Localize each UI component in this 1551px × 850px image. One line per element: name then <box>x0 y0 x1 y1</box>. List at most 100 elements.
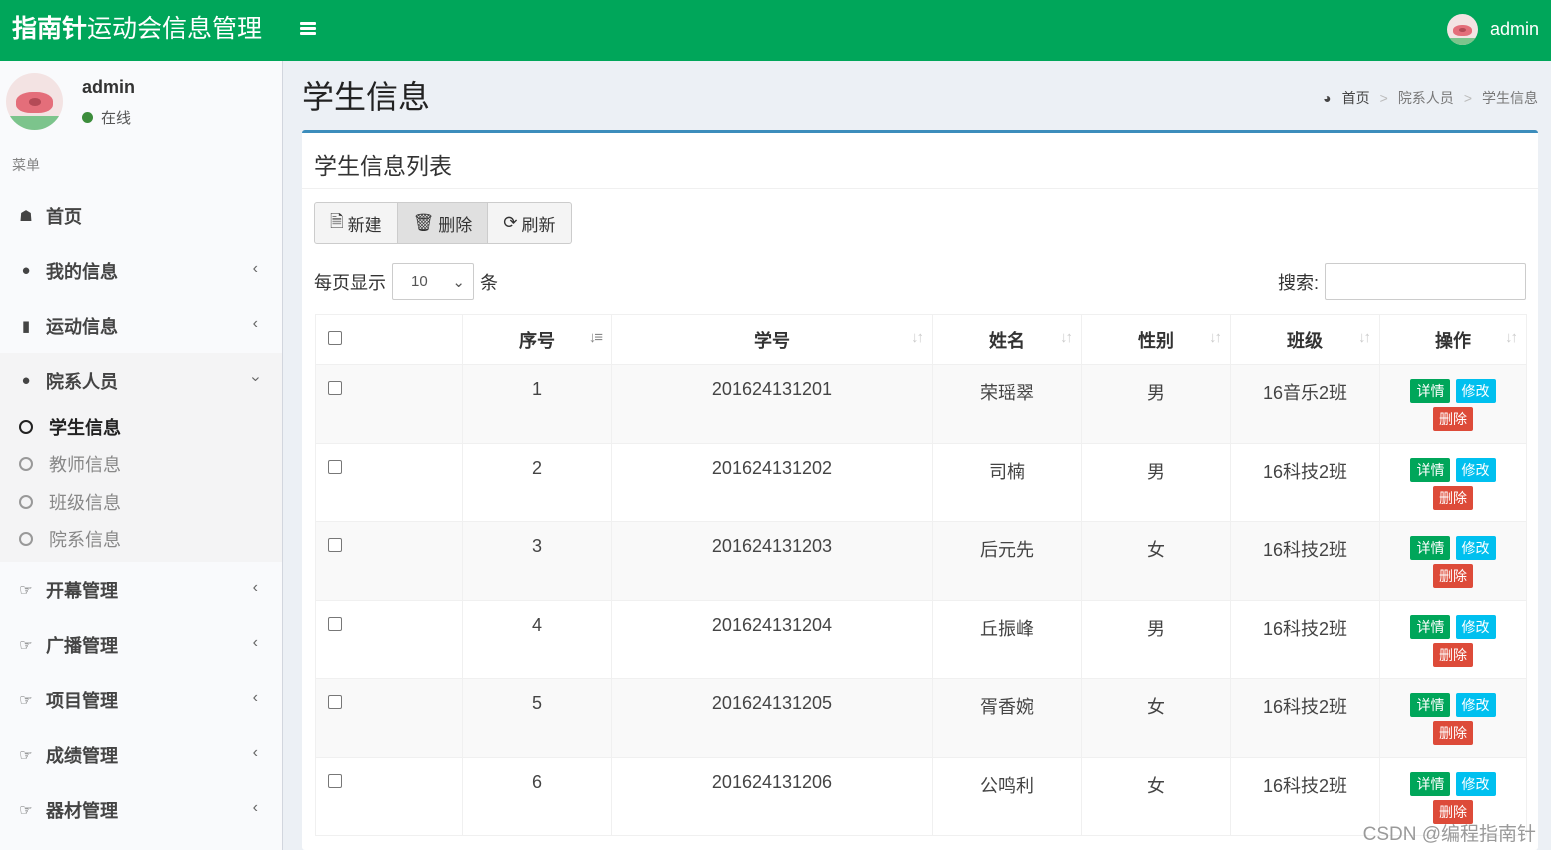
row-delete-button[interactable]: 删除 <box>1433 407 1473 431</box>
student-table: 序号 ↓≡ 学号 ↓↑ 姓名 ↓↑ 性别 ↓↑ 班级 ↓↑ 操作 ↓↑ 1 20162413… <box>315 314 1527 836</box>
row-delete-button[interactable]: 删除 <box>1433 642 1473 667</box>
sidebar-item-my-info[interactable]: ● 我的信息 ‹ <box>0 243 282 298</box>
sidebar-group-personnel: ● 院系人员 ‹ 学生信息 教师信息 班级信息 院系信息 <box>0 353 282 562</box>
chevron-left-icon: ‹ <box>252 799 258 816</box>
cell-class: 16科技2班 <box>1230 442 1380 522</box>
sidebar-item-scores[interactable]: ☞ 成绩管理 ‹ <box>0 727 282 782</box>
sidebar-item-home[interactable]: ☗ 首页 <box>0 188 282 243</box>
sidebar-item-opening[interactable]: ☞ 开幕管理 ‹ <box>0 562 282 617</box>
user-name: admin <box>1489 19 1539 39</box>
sidebar-subitem-classes[interactable]: 班级信息 <box>0 483 282 521</box>
sidebar-item-equipment[interactable]: ☞ 器材管理 ‹ <box>0 782 282 837</box>
detail-button[interactable]: 详情 <box>1410 771 1451 796</box>
sidebar-item-broadcast[interactable]: ☞ 广播管理 ‹ <box>0 617 282 672</box>
refresh-button[interactable]: ⟳ 刷新 <box>488 202 572 244</box>
row-delete-button[interactable]: 删除 <box>1433 564 1473 588</box>
row-delete-button[interactable]: 删除 <box>1433 721 1473 745</box>
cell-class: 16科技2班 <box>1230 678 1380 758</box>
hand-point-icon: ☞ <box>19 636 33 654</box>
circle-icon <box>19 457 33 472</box>
sidebar-item-personnel[interactable]: ● 院系人员 ‹ <box>0 353 282 408</box>
sidebar-subitem-departments[interactable]: 院系信息 <box>0 521 282 559</box>
chevron-down-icon: ⌄ <box>452 273 465 291</box>
toolbar: 🗎 新建 🗑 删除 ⟳ 刷新 <box>314 202 572 244</box>
sidebar-item-label: 器材管理 <box>46 800 118 821</box>
cell-class: 16音乐2班 <box>1230 364 1380 444</box>
edit-button[interactable]: 修改 <box>1455 771 1496 796</box>
page-length-select[interactable]: 10 ⌄ <box>392 263 474 300</box>
column-header-no[interactable]: 序号 ↓≡ <box>462 314 612 365</box>
sidebar-item-label: 广播管理 <box>46 635 118 656</box>
table-row: 2 201624131202 司楠 男 16科技2班 详情 修改 删除 <box>315 442 1527 522</box>
column-header-actions[interactable]: 操作 ↓↑ <box>1379 314 1527 365</box>
detail-button[interactable]: 详情 <box>1410 379 1451 403</box>
file-icon: 🗎 <box>330 211 344 231</box>
sidebar-toggle-icon[interactable] <box>300 20 316 36</box>
delete-label: 删除 <box>438 215 473 235</box>
edit-button[interactable]: 修改 <box>1455 693 1496 717</box>
column-header-label: 性别 <box>1138 330 1174 351</box>
cell-actions: 详情 修改 删除 <box>1379 521 1527 601</box>
detail-button[interactable]: 详情 <box>1410 457 1451 482</box>
home-icon: ☗ <box>19 207 33 225</box>
table-row: 5 201624131205 胥香婉 女 16科技2班 详情 修改 删除 <box>315 678 1527 758</box>
edit-button[interactable]: 修改 <box>1455 379 1496 403</box>
sidebar-item-sports-info[interactable]: ▮ 运动信息 ‹ <box>0 298 282 353</box>
detail-button[interactable]: 详情 <box>1410 693 1451 717</box>
edit-button[interactable]: 修改 <box>1455 614 1496 639</box>
table-row: 6 201624131206 公鸣利 女 16科技2班 详情 修改 删除 <box>315 756 1527 836</box>
column-header-gender[interactable]: 性别 ↓↑ <box>1081 314 1231 365</box>
sidebar-item-projects[interactable]: ☞ 项目管理 ‹ <box>0 672 282 727</box>
student-list-box: 学生信息列表 🗎 新建 🗑 删除 ⟳ 刷新 每页显示 10 ⌄ 条 搜索: 序号… <box>302 130 1538 850</box>
cell-actions: 详情 修改 删除 <box>1379 364 1527 444</box>
app-logo[interactable]: 指南针运动会信息管理 <box>12 13 262 45</box>
edit-button[interactable]: 修改 <box>1455 457 1496 482</box>
detail-button[interactable]: 详情 <box>1410 536 1451 560</box>
detail-button[interactable]: 详情 <box>1410 614 1451 639</box>
column-header-student-id[interactable]: 学号 ↓↑ <box>611 314 933 365</box>
row-delete-button[interactable]: 删除 <box>1433 485 1473 510</box>
sort-icon: ↓↑ <box>1209 329 1222 346</box>
cell-student-id: 201624131206 <box>611 756 933 836</box>
sidebar-user-name: admin <box>82 77 136 97</box>
breadcrumb-home[interactable]: 首页 <box>1342 88 1370 108</box>
sort-icon: ↓↑ <box>1060 329 1073 346</box>
user-menu[interactable]: admin <box>1446 14 1539 45</box>
chevron-left-icon: ‹ <box>252 634 258 651</box>
sidebar-subitem-teachers[interactable]: 教师信息 <box>0 446 282 484</box>
search-label: 搜索: <box>1277 272 1319 293</box>
row-checkbox[interactable] <box>328 773 342 788</box>
avatar <box>6 73 63 130</box>
cell-class: 16科技2班 <box>1230 521 1380 601</box>
refresh-icon: ⟳ <box>503 213 518 232</box>
cell-class: 16科技2班 <box>1230 756 1380 836</box>
column-header-class[interactable]: 班级 ↓↑ <box>1230 314 1380 365</box>
sort-desc-icon: ↓≡ <box>588 329 603 346</box>
sidebar-subitem-students[interactable]: 学生信息 <box>0 408 282 446</box>
search-input[interactable] <box>1325 263 1526 300</box>
cell-actions: 详情 修改 删除 <box>1379 442 1527 522</box>
new-button[interactable]: 🗎 新建 <box>314 202 398 244</box>
edit-button[interactable]: 修改 <box>1455 536 1496 560</box>
breadcrumb-personnel[interactable]: 院系人员 <box>1398 88 1454 108</box>
row-checkbox[interactable] <box>328 616 342 631</box>
sidebar-submenu: 学生信息 教师信息 班级信息 院系信息 <box>0 408 282 562</box>
select-all-checkbox[interactable] <box>328 331 342 345</box>
watermark: CSDN @编程指南针 <box>1362 824 1536 845</box>
delete-button[interactable]: 🗑 删除 <box>397 202 489 244</box>
menu-header: 菜单 <box>12 157 40 173</box>
row-checkbox[interactable] <box>328 695 342 709</box>
hand-point-icon: ☞ <box>19 691 33 709</box>
status-indicator: 在线 <box>82 107 131 128</box>
page-length-value: 10 <box>411 273 428 290</box>
sidebar-subitem-label: 学生信息 <box>49 417 121 438</box>
length-suffix: 条 <box>480 272 498 293</box>
sidebar-item-label: 项目管理 <box>46 690 118 711</box>
row-checkbox[interactable] <box>328 459 342 474</box>
row-checkbox[interactable] <box>328 538 342 552</box>
row-checkbox[interactable] <box>328 381 342 395</box>
column-header-name[interactable]: 姓名 ↓↑ <box>932 314 1082 365</box>
sidebar-item-label: 我的信息 <box>46 261 118 282</box>
cell-no: 1 <box>462 364 612 444</box>
sidebar-subitem-label: 班级信息 <box>49 492 121 513</box>
